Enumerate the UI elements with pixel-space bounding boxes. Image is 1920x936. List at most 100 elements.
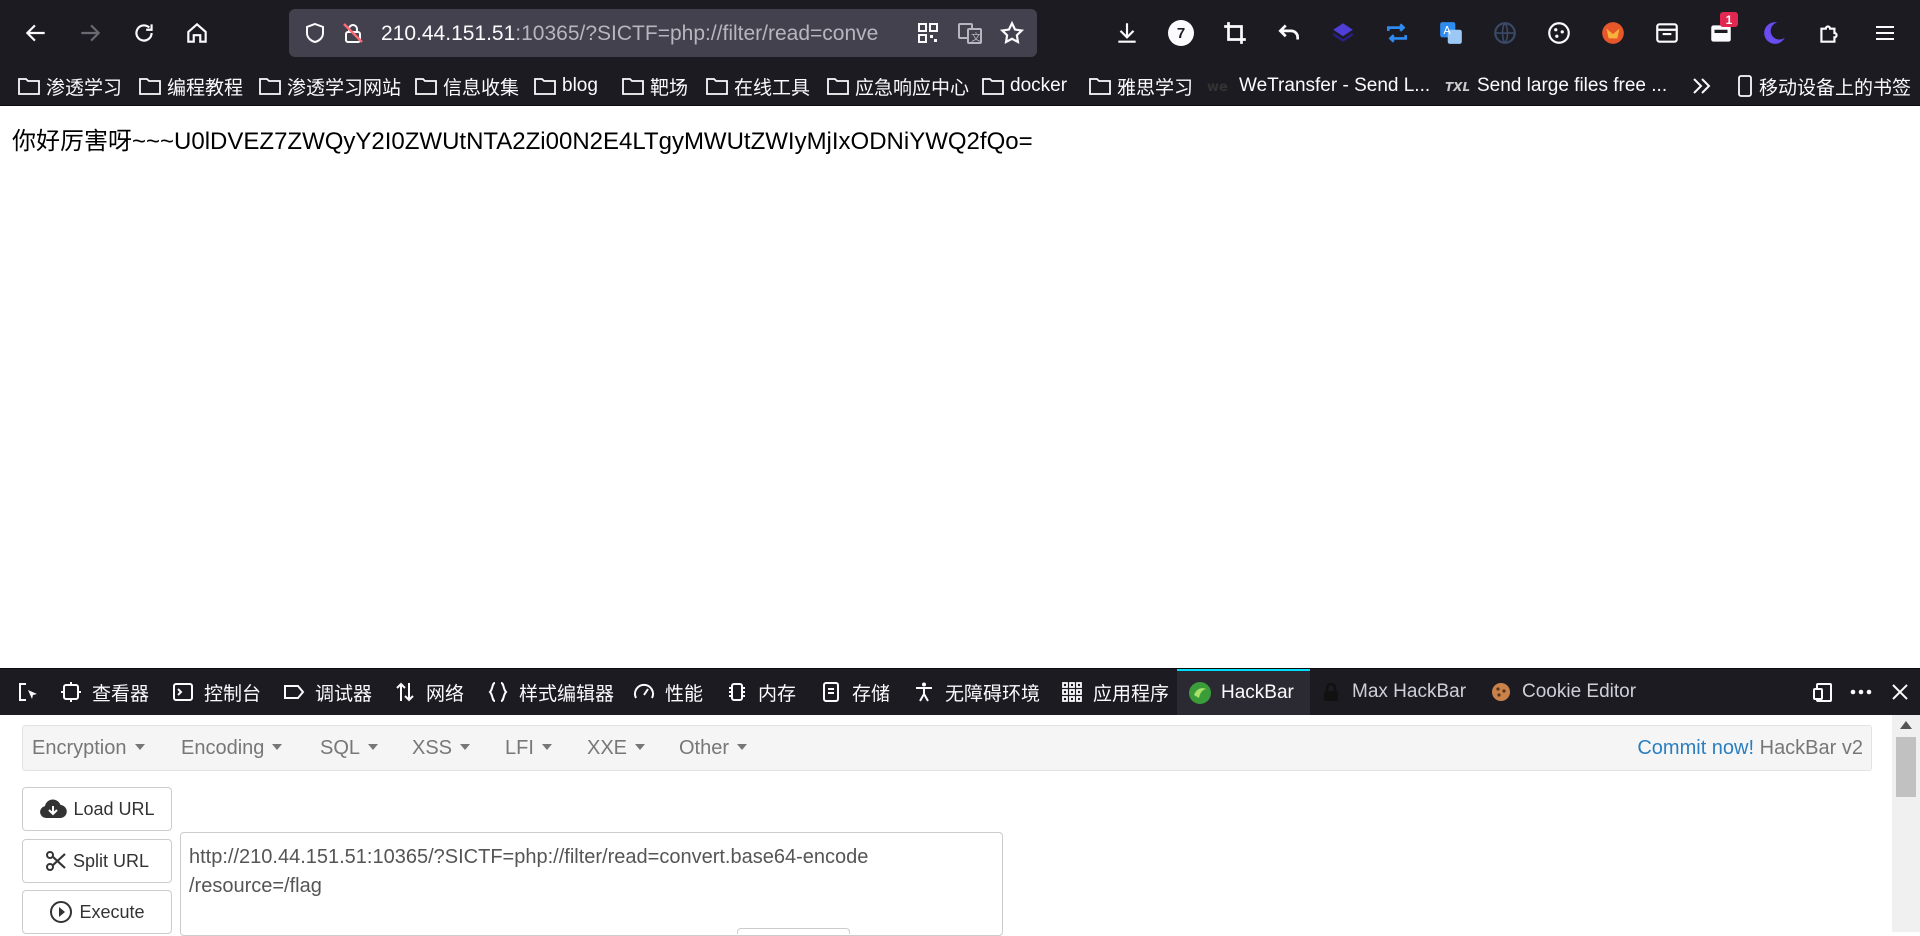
svg-text:TXL: TXL	[1445, 80, 1470, 94]
folder-icon	[415, 78, 437, 95]
bookmark-star-icon[interactable]	[999, 20, 1025, 46]
split-url-button[interactable]: Split URL	[22, 839, 172, 883]
qr-code-icon[interactable]	[916, 21, 940, 45]
menu-encryption[interactable]: Encryption	[32, 737, 145, 760]
extension-badge-button[interactable]: 7	[1162, 14, 1200, 52]
bookmark-folder[interactable]: blog	[534, 73, 598, 99]
insecure-lock-icon[interactable]	[341, 21, 365, 45]
load-url-button[interactable]: Load URL	[22, 787, 172, 831]
menu-sql[interactable]: SQL	[320, 737, 379, 760]
wetransfer-icon: we	[1207, 80, 1228, 94]
gauge-icon	[631, 679, 657, 705]
cookie-icon	[1548, 22, 1570, 44]
bookmark-folder[interactable]: 渗透学习网站	[259, 73, 401, 99]
home-button[interactable]	[175, 11, 219, 55]
tab-performance[interactable]: 性能	[631, 669, 703, 715]
hackbar-menu-bar: Encryption Encoding SQL XSS LFI XXE Othe…	[22, 725, 1872, 771]
bookmark-label: 在线工具	[734, 77, 811, 99]
folder-icon	[1089, 78, 1111, 95]
menu-label: LFI	[505, 737, 534, 759]
fox-extension-button[interactable]	[1594, 14, 1632, 52]
devtools-more-button[interactable]	[1846, 669, 1876, 715]
shield-icon[interactable]	[303, 21, 327, 45]
mobile-bookmarks-folder[interactable]: 移动设备上的书签	[1737, 73, 1911, 99]
layers-extension-button[interactable]	[1324, 14, 1362, 52]
bookmark-folder[interactable]: 在线工具	[706, 73, 810, 99]
folder-icon	[18, 78, 40, 95]
moon-extension-button[interactable]	[1756, 14, 1794, 52]
bookmark-folder[interactable]: 渗透学习	[18, 73, 122, 99]
bookmarks-overflow-button[interactable]	[1690, 73, 1718, 99]
scrollbar-thumb[interactable]	[1896, 737, 1916, 797]
menu-lfi[interactable]: LFI	[505, 737, 552, 760]
repeat-extension-button[interactable]	[1378, 14, 1416, 52]
tab-debugger[interactable]: 调试器	[281, 669, 372, 715]
bookmark-folder[interactable]: 编程教程	[139, 73, 243, 99]
inspector-icon	[58, 679, 84, 705]
tab-label: 控制台	[204, 683, 262, 705]
dock-toggle-button[interactable]	[1808, 669, 1838, 715]
bookmark-link[interactable]: we WeTransfer - Send L...	[1207, 73, 1430, 99]
tab-storage[interactable]: 存储	[818, 669, 890, 715]
cookie-extension-button[interactable]	[1540, 14, 1578, 52]
tab-hackbar[interactable]: HackBar	[1177, 669, 1310, 715]
fox-icon	[1602, 22, 1624, 44]
tab-accessibility[interactable]: 无障碍环境	[911, 669, 1040, 715]
tab-label: 网络	[426, 683, 465, 705]
element-picker-button[interactable]	[8, 669, 48, 715]
tab-style-editor[interactable]: 样式编辑器	[485, 669, 614, 715]
tab-label: 查看器	[92, 683, 150, 705]
notification-extension-button[interactable]: 1	[1702, 12, 1740, 52]
devtools-close-button[interactable]	[1886, 669, 1914, 715]
button-label: Execute	[79, 901, 145, 922]
tab-memory[interactable]: 内存	[724, 669, 796, 715]
extensions-button[interactable]	[1810, 14, 1848, 52]
bookmark-label: docker	[1010, 75, 1068, 96]
execute-button[interactable]: Execute	[22, 890, 172, 934]
undo-extension-button[interactable]	[1270, 14, 1308, 52]
scroll-up-arrow-icon[interactable]	[1900, 721, 1912, 729]
tab-console[interactable]: 控制台	[170, 669, 261, 715]
globe-extension-button[interactable]	[1486, 14, 1524, 52]
tab-cookie-editor[interactable]: Cookie Editor	[1488, 669, 1636, 715]
bookmark-label: blog	[562, 75, 598, 96]
bookmark-folder[interactable]: 雅思学习	[1089, 73, 1193, 99]
forward-button[interactable]	[68, 11, 112, 55]
bookmark-label: 编程教程	[167, 77, 244, 99]
bookmark-link[interactable]: TXL Send large files free ...	[1445, 73, 1667, 99]
address-bar[interactable]: 210.44.151.51:10365/?SICTF=php://filter/…	[289, 9, 1037, 57]
menu-xss[interactable]: XSS	[412, 737, 471, 760]
app-menu-button[interactable]	[1866, 14, 1904, 52]
arrow-right-icon	[81, 24, 101, 42]
menu-other[interactable]: Other	[679, 737, 748, 760]
download-icon	[1118, 23, 1136, 43]
tab-inspector[interactable]: 查看器	[58, 669, 149, 715]
translator-extension-button[interactable]: A	[1432, 14, 1470, 52]
menu-label: SQL	[320, 737, 361, 759]
lock-icon	[1318, 679, 1344, 705]
tab-application[interactable]: 应用程序	[1059, 669, 1169, 715]
bookmark-folder[interactable]: 应急响应中心	[827, 73, 969, 99]
bookmark-folder[interactable]: 靶场	[622, 73, 688, 99]
translate-icon[interactable]: 文	[957, 21, 983, 45]
folder-icon	[827, 78, 849, 95]
console-icon	[170, 679, 196, 705]
commit-now-link[interactable]: Commit now!	[1637, 737, 1754, 759]
downloads-button[interactable]	[1108, 14, 1146, 52]
url-textarea[interactable]: http://210.44.151.51:10365/?SICTF=php://…	[180, 832, 1003, 936]
reload-button[interactable]	[122, 11, 166, 55]
caret-down-icon	[368, 743, 379, 750]
bookmark-folder[interactable]: docker	[982, 73, 1067, 99]
tab-network[interactable]: 网络	[392, 669, 464, 715]
crop-extension-button[interactable]	[1216, 14, 1254, 52]
window-extension-button[interactable]	[1648, 14, 1686, 52]
url-text[interactable]: 210.44.151.51:10365/?SICTF=php://filter/…	[381, 22, 901, 46]
back-button[interactable]	[14, 11, 58, 55]
hackbar-scrollbar[interactable]	[1892, 715, 1920, 932]
menu-encoding[interactable]: Encoding	[181, 737, 283, 760]
tab-max-hackbar[interactable]: Max HackBar	[1318, 669, 1466, 715]
menu-xxe[interactable]: XXE	[587, 737, 646, 760]
bookmark-folder[interactable]: 信息收集	[415, 73, 519, 99]
bookmark-label: 渗透学习网站	[287, 77, 402, 99]
hackbar-version-info: Commit now! HackBar v2	[1637, 737, 1863, 760]
